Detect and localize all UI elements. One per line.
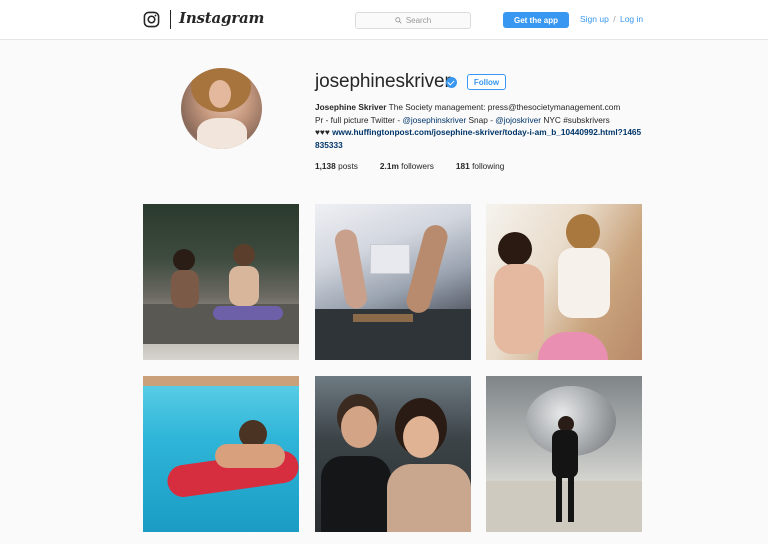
followers-count: 2.1m: [379, 161, 399, 171]
post-thumbnail[interactable]: [315, 204, 471, 360]
posts-count: 1,138: [315, 161, 336, 171]
sign-up-link[interactable]: Sign up: [580, 14, 609, 24]
post-thumbnail[interactable]: [315, 376, 471, 532]
post-image-shape: [556, 476, 562, 522]
bio-website-link[interactable]: www.huffingtonpost.com/josephine-skriver…: [315, 127, 641, 150]
post-image-shape: [486, 481, 642, 532]
bio-hearts: ♥♥♥: [315, 127, 333, 137]
bio-full-name: Josephine Skriver: [315, 102, 387, 112]
post-image-shape: [403, 416, 439, 458]
bio-mention-twitter[interactable]: @josephinskriver: [402, 115, 466, 125]
post-image-shape: [143, 376, 299, 386]
search-icon: [395, 17, 402, 24]
instagram-wordmark[interactable]: Instagram: [179, 9, 264, 27]
auth-separator: /: [613, 14, 616, 24]
post-image-shape: [213, 306, 283, 320]
post-image-shape: [229, 266, 259, 306]
post-image-shape: [233, 244, 255, 266]
post-image-shape: [498, 232, 532, 266]
verified-badge-icon: [446, 77, 457, 88]
avatar-face-shape: [209, 80, 231, 108]
post-image-shape: [494, 264, 544, 354]
follow-button[interactable]: Follow: [467, 74, 506, 90]
profile-stats: 1,138 posts 2.1m followers 181 following: [315, 161, 504, 171]
logo-divider: [170, 10, 171, 29]
profile-username: josephineskriver: [315, 71, 451, 92]
log-in-link[interactable]: Log in: [620, 14, 643, 24]
bio-mention-snap[interactable]: @jojoskriver: [495, 115, 541, 125]
post-thumbnail[interactable]: [143, 204, 299, 360]
post-image-shape: [333, 227, 369, 311]
post-image-shape: [538, 332, 608, 360]
post-thumbnail[interactable]: [143, 376, 299, 532]
post-image-shape: [558, 248, 610, 318]
top-navigation-bar: Instagram Search Get the app Sign up / L…: [0, 0, 768, 40]
bio-line-2a: Pr - full picture Twitter -: [315, 114, 403, 125]
post-image-shape: [321, 456, 391, 532]
avatar-body-shape: [197, 118, 247, 149]
posts-label: posts: [338, 161, 358, 171]
post-image-shape: [552, 430, 578, 478]
bio-line-2c: NYC #subskrivers: [541, 114, 610, 125]
post-image-shape: [215, 444, 285, 468]
following-count: 181: [455, 161, 470, 171]
bio-line-1: The Society management: press@thesociety…: [386, 102, 621, 112]
auth-links: Sign up / Log in: [580, 14, 643, 24]
post-image-shape: [403, 222, 451, 316]
following-label: following: [472, 161, 505, 171]
post-thumbnail[interactable]: [486, 204, 642, 360]
post-image-shape: [387, 464, 471, 532]
get-the-app-button[interactable]: Get the app: [503, 12, 569, 28]
post-image-shape: [568, 476, 574, 522]
post-image-shape: [353, 314, 413, 322]
post-image-shape: [566, 214, 600, 250]
post-thumbnail[interactable]: [486, 376, 642, 532]
post-image-shape: [341, 406, 377, 448]
profile-bio: Josephine Skriver The Society management…: [315, 101, 645, 151]
post-image-shape: [370, 244, 410, 274]
post-image-shape: [171, 270, 199, 308]
bio-line-2b: Snap -: [466, 114, 496, 125]
instagram-camera-icon[interactable]: [143, 11, 160, 28]
post-image-shape: [173, 249, 195, 271]
stat-posts: 1,138 posts: [315, 161, 358, 171]
search-placeholder: Search: [405, 16, 432, 25]
profile-avatar[interactable]: [181, 68, 262, 149]
search-input[interactable]: Search: [355, 12, 471, 29]
stat-followers[interactable]: 2.1m followers: [380, 161, 434, 171]
stat-following[interactable]: 181 following: [456, 161, 504, 171]
followers-label: followers: [401, 161, 434, 171]
